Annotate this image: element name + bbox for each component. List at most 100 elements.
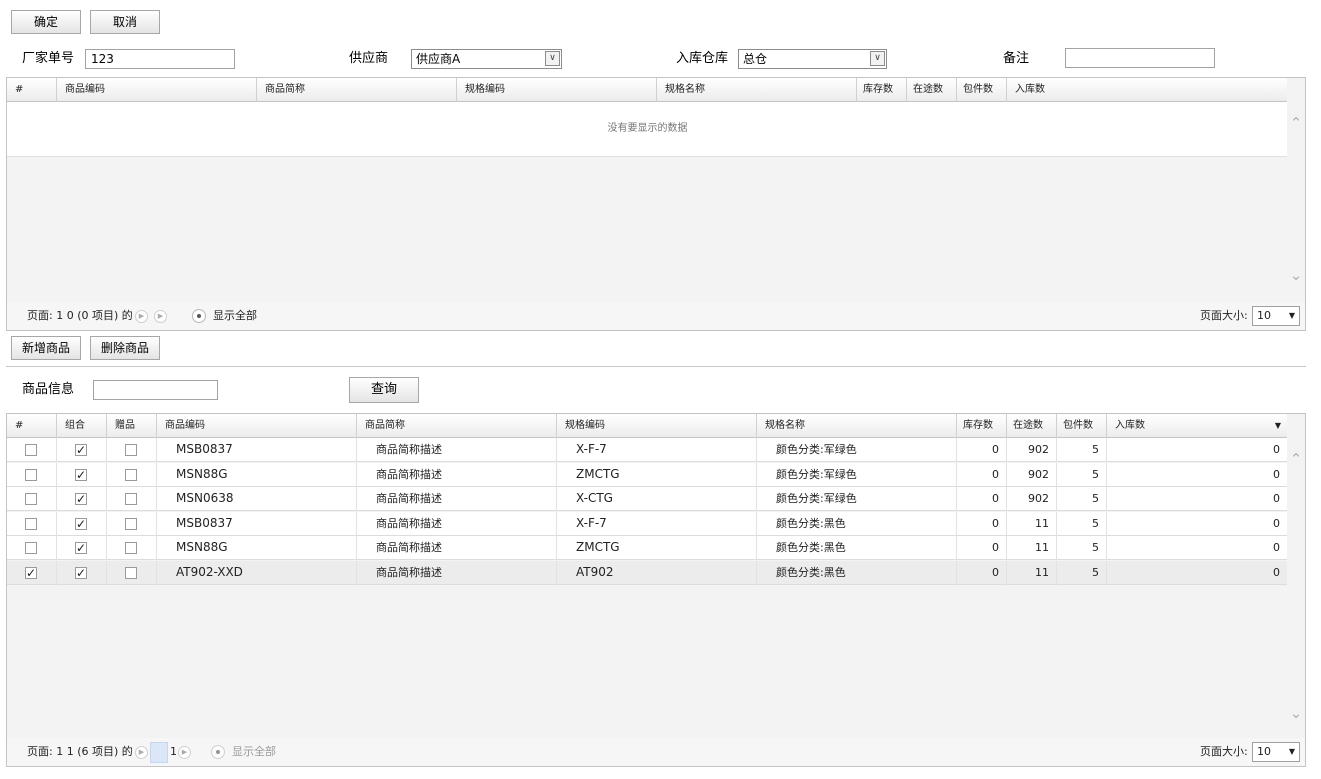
column-header[interactable]: 规格名称 [757,414,957,438]
column-header[interactable]: 商品编码 [157,414,357,438]
column-header[interactable]: 商品编码 [57,78,257,102]
spec-name-cell: 颜色分类:黑色 [757,560,957,585]
column-header[interactable]: 入库数 [1007,78,1288,102]
pager-summary: 页面: 1 0 (0 项目) 的 [27,309,133,322]
gift-cell [107,511,157,536]
table-row[interactable]: ✓ MSN88G 商品简称描述 ZMCTG 颜色分类:黑色 0 11 5 0 [7,536,1288,560]
combo-checkbox[interactable]: ✓ [75,493,87,505]
column-header[interactable]: 规格名称 [657,78,857,102]
grid-empty-area [7,157,1288,303]
column-header[interactable]: 包件数 [1057,414,1107,438]
chevron-down-icon[interactable]: ⌄ [1287,704,1305,722]
column-header[interactable]: 在途数 [907,78,957,102]
column-header[interactable]: 组合 [57,414,107,438]
combo-checkbox[interactable]: ✓ [75,444,87,456]
stock-count-cell: 0 [957,438,1007,462]
column-header[interactable]: 规格编码 [557,414,757,438]
gift-checkbox[interactable] [125,444,137,456]
show-all-radio[interactable] [192,309,206,323]
show-all-radio[interactable] [211,745,225,759]
caret-down-icon[interactable]: ▼ [1275,414,1281,438]
gift-checkbox[interactable] [125,566,137,579]
warehouse-select[interactable]: 总仓 ∨ [738,49,887,69]
caret-down-icon: ▼ [1288,747,1295,756]
table-row[interactable]: ✓ MSB0837 商品简称描述 X-F-7 颜色分类:军绿色 0 902 5 0 [7,438,1288,462]
stock-count-cell: 0 [957,560,1007,585]
show-all-label: 显示全部 [232,745,276,758]
column-header[interactable]: 包件数 [957,78,1007,102]
query-button[interactable]: 查询 [349,377,419,403]
gift-cell [107,536,157,560]
column-header[interactable]: 在途数 [1007,414,1057,438]
remark-input[interactable] [1065,48,1215,68]
caret-down-icon: ▼ [1288,311,1295,320]
grid-pager: 页面: 1 0 (0 项目) 的 ▶ ▶ 显示全部 页面大小: 10 ▼ [7,302,1305,330]
page-size-select[interactable]: 10 ▼ [1252,742,1300,762]
transit-count-cell: 902 [1007,438,1057,462]
gift-checkbox[interactable] [125,517,137,530]
transit-count-cell: 11 [1007,511,1057,536]
select-checkbox[interactable]: ✓ [25,566,37,579]
cancel-button[interactable]: 取消 [90,10,160,34]
column-header[interactable]: 库存数 [857,78,907,102]
sku-code-cell: X-CTG [557,487,757,511]
transit-count-cell: 902 [1007,487,1057,511]
chevron-down-icon[interactable]: ⌄ [1287,266,1305,284]
combo-checkbox[interactable]: ✓ [75,468,87,481]
stock-count-cell: 0 [957,511,1007,536]
inbound-count-cell: 0 [1107,462,1288,487]
gift-checkbox[interactable] [125,542,137,554]
select-checkbox[interactable] [25,517,37,530]
pack-count-cell: 5 [1057,487,1107,511]
delete-product-button[interactable]: 删除商品 [90,336,160,360]
column-header[interactable]: # [7,414,57,438]
page-size-select[interactable]: 10 ▼ [1252,306,1300,326]
select-checkbox[interactable] [25,468,37,481]
stock-count-cell: 0 [957,536,1007,560]
vendor-no-input[interactable]: 123 [85,49,235,69]
chevron-down-icon[interactable]: ∨ [870,51,885,66]
gift-checkbox[interactable] [125,493,137,505]
vertical-scrollbar[interactable]: ⌃ ⌄ [1287,414,1305,739]
column-header[interactable]: 库存数 [957,414,1007,438]
next-page-icon[interactable]: ▶ [178,746,191,759]
table-row[interactable]: ✓ ✓ AT902-XXD 商品简称描述 AT902 颜色分类:黑色 0 11 5 0 [7,560,1288,585]
table-row[interactable]: ✓ MSN88G 商品简称描述 ZMCTG 颜色分类:军绿色 0 902 5 0 [7,462,1288,487]
table-row[interactable]: ✓ MSB0837 商品简称描述 X-F-7 颜色分类:黑色 0 11 5 0 [7,511,1288,536]
column-header[interactable]: 规格编码 [457,78,657,102]
gift-checkbox[interactable] [125,468,137,481]
select-checkbox[interactable] [25,542,37,554]
combo-checkbox[interactable]: ✓ [75,517,87,530]
select-checkbox[interactable] [25,493,37,505]
next-page-icon[interactable]: ▶ [154,310,167,323]
select-cell [7,487,57,511]
chevron-up-icon[interactable]: ⌃ [1287,114,1305,132]
combo-checkbox[interactable]: ✓ [75,566,87,579]
chevron-down-icon[interactable]: ∨ [545,51,560,66]
select-checkbox[interactable] [25,444,37,456]
sku-code-cell: ZMCTG [557,536,757,560]
table-row[interactable]: ✓ MSN0638 商品简称描述 X-CTG 颜色分类:军绿色 0 902 5 0 [7,487,1288,511]
pack-count-cell: 5 [1057,536,1107,560]
prev-page-icon[interactable]: ▶ [135,310,148,323]
vertical-scrollbar[interactable]: ⌃ ⌄ [1287,78,1305,303]
show-all-label: 显示全部 [213,309,257,322]
confirm-button[interactable]: 确定 [11,10,81,34]
gift-cell [107,487,157,511]
product-info-input[interactable] [93,380,218,400]
column-header[interactable]: 入库数 ▼ [1107,414,1288,438]
column-header[interactable]: 商品简称 [357,414,557,438]
chevron-up-icon[interactable]: ⌃ [1287,450,1305,468]
column-header[interactable]: # [7,78,57,102]
supplier-select[interactable]: 供应商A ∨ [411,49,562,69]
combo-cell: ✓ [57,487,107,511]
column-header[interactable]: 赠品 [107,414,157,438]
page-number-box[interactable] [150,742,168,763]
current-page[interactable]: 1 [170,738,177,766]
combo-checkbox[interactable]: ✓ [75,542,87,554]
column-header[interactable]: 商品简称 [257,78,457,102]
prev-page-icon[interactable]: ▶ [135,746,148,759]
add-product-button[interactable]: 新增商品 [11,336,81,360]
product-info-label: 商品信息 [22,382,75,397]
pack-count-cell: 5 [1057,560,1107,585]
